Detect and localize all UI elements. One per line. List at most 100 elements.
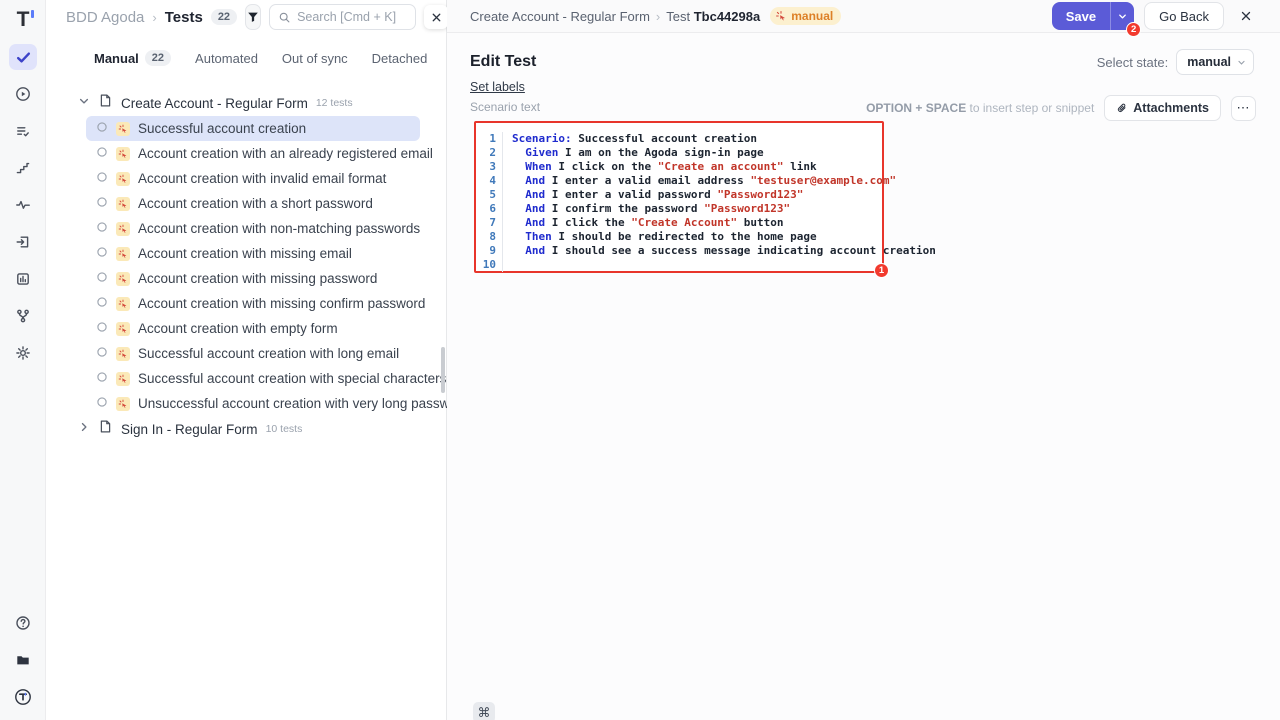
rail-item-import[interactable]: [9, 229, 37, 255]
editor-line[interactable]: 5 And I enter a valid password "Password…: [476, 188, 882, 202]
settings-icon: [15, 345, 31, 361]
test-status-circle-icon[interactable]: [96, 345, 108, 363]
editor-line[interactable]: 1Scenario: Successful account creation: [476, 132, 882, 146]
suite-row[interactable]: Create Account - Regular Form12 tests: [46, 90, 446, 116]
manual-test-icon: [116, 172, 130, 186]
test-row[interactable]: Successful account creation with special…: [86, 366, 420, 391]
app-logo[interactable]: T: [0, 4, 46, 34]
tab-out-of-sync[interactable]: Out of sync: [282, 51, 348, 66]
close-panel-button[interactable]: [424, 5, 448, 29]
test-status-circle-icon[interactable]: [96, 295, 108, 313]
help-icon: [15, 615, 31, 631]
go-back-button[interactable]: Go Back: [1144, 2, 1224, 30]
editor-line[interactable]: 10: [476, 258, 882, 272]
state-dropdown[interactable]: manual: [1176, 49, 1254, 75]
test-row[interactable]: Account creation with invalid email form…: [86, 166, 420, 191]
test-row[interactable]: Successful account creation with long em…: [86, 341, 420, 366]
rail-item-plans[interactable]: [9, 118, 37, 144]
test-row[interactable]: Account creation with missing confirm pa…: [86, 291, 420, 316]
close-detail-button[interactable]: [1234, 4, 1258, 28]
line-code: Given I am on the Agoda sign-in page: [503, 146, 764, 160]
rail-item-projects[interactable]: [9, 647, 37, 673]
suite-title: Sign In - Regular Form: [121, 422, 258, 437]
test-status-circle-icon[interactable]: [96, 320, 108, 338]
tab-automated[interactable]: Automated: [195, 51, 258, 66]
set-labels-link[interactable]: Set labels: [470, 80, 525, 94]
tab-count-badge: 22: [145, 50, 171, 66]
editor-line[interactable]: 8 Then I should be redirected to the hom…: [476, 230, 882, 244]
rail-item-branches[interactable]: [9, 303, 37, 329]
editor-line[interactable]: 2 Given I am on the Agoda sign-in page: [476, 146, 882, 160]
manual-test-icon: [116, 197, 130, 211]
manual-test-icon: [116, 247, 130, 261]
scenario-text-label: Scenario text: [470, 100, 540, 114]
editor-line[interactable]: 9 And I should see a success message ind…: [476, 244, 882, 258]
test-row[interactable]: Account creation with an already registe…: [86, 141, 420, 166]
breadcrumb-project[interactable]: BDD Agoda: [66, 9, 144, 26]
test-label: Account creation with empty form: [138, 321, 338, 336]
line-code: And I confirm the password "Password123": [503, 202, 790, 216]
tab-label: Detached: [372, 51, 428, 66]
test-status-circle-icon[interactable]: [96, 145, 108, 163]
test-detail-panel: Create Account - Regular Form › Test Tbc…: [447, 0, 1280, 720]
test-status-circle-icon[interactable]: [96, 220, 108, 238]
line-number: 5: [476, 188, 503, 202]
test-status-circle-icon[interactable]: [96, 395, 108, 413]
line-number: 8: [476, 230, 503, 244]
rail-item-steps[interactable]: [9, 155, 37, 181]
test-status-circle-icon[interactable]: [96, 170, 108, 188]
test-row[interactable]: Successful account creation: [86, 116, 420, 141]
test-status-circle-icon[interactable]: [96, 245, 108, 263]
attachments-button[interactable]: Attachments: [1104, 95, 1221, 121]
test-status-circle-icon[interactable]: [96, 270, 108, 288]
rail-item-help[interactable]: [9, 610, 37, 636]
test-status-circle-icon[interactable]: [96, 370, 108, 388]
rail-item-about[interactable]: [9, 684, 37, 710]
chevron-down-icon: [1117, 11, 1128, 22]
editor-line[interactable]: 6 And I confirm the password "Password12…: [476, 202, 882, 216]
detail-breadcrumb-separator: ›: [656, 9, 660, 24]
shortcut-hint: OPTION + SPACE to insert step or snippet: [866, 101, 1094, 115]
tab-detached[interactable]: Detached: [372, 51, 428, 66]
suite-row[interactable]: Sign In - Regular Form10 tests: [46, 416, 446, 442]
scrollbar-thumb[interactable]: [441, 347, 445, 393]
tab-manual[interactable]: Manual22: [94, 50, 171, 66]
line-number: 10: [476, 258, 503, 272]
save-button[interactable]: Save: [1052, 2, 1110, 30]
filter-button[interactable]: [245, 4, 261, 30]
runs-icon: [15, 86, 31, 102]
search-input[interactable]: [297, 10, 407, 24]
test-row[interactable]: Account creation with missing password: [86, 266, 420, 291]
rail-item-settings[interactable]: [9, 340, 37, 366]
chevron-right-icon[interactable]: [78, 420, 90, 438]
editor-line[interactable]: 7 And I click the "Create Account" butto…: [476, 216, 882, 230]
test-row[interactable]: Account creation with a short password: [86, 191, 420, 216]
test-row[interactable]: Unsuccessful account creation with very …: [86, 391, 420, 416]
detail-breadcrumb-suite[interactable]: Create Account - Regular Form: [470, 9, 650, 24]
activity-icon: [15, 197, 31, 213]
suite-file-icon: [98, 93, 113, 113]
chevron-down-icon[interactable]: [78, 94, 90, 112]
scenario-editor[interactable]: 1Scenario: Successful account creation2 …: [474, 121, 884, 273]
rail-item-activity[interactable]: [9, 192, 37, 218]
line-number: 4: [476, 174, 503, 188]
test-row[interactable]: Account creation with empty form: [86, 316, 420, 341]
state-selector: Select state: manual: [1097, 49, 1254, 75]
editor-line[interactable]: 3 When I click on the "Create an account…: [476, 160, 882, 174]
icon-rail: T ⌘: [0, 0, 46, 720]
test-label: Account creation with invalid email form…: [138, 171, 386, 186]
test-row[interactable]: Account creation with missing email: [86, 241, 420, 266]
editor-line[interactable]: 4 And I enter a valid email address "tes…: [476, 174, 882, 188]
suite-title: Create Account - Regular Form: [121, 96, 308, 111]
rail-item-tests[interactable]: [9, 44, 37, 70]
test-label: Successful account creation with long em…: [138, 346, 399, 361]
test-label: Account creation with missing email: [138, 246, 352, 261]
search-icon: [278, 11, 291, 24]
search-box[interactable]: [269, 4, 416, 30]
rail-item-analytics[interactable]: [9, 266, 37, 292]
test-row[interactable]: Account creation with non-matching passw…: [86, 216, 420, 241]
test-status-circle-icon[interactable]: [96, 120, 108, 138]
test-status-circle-icon[interactable]: [96, 195, 108, 213]
more-options-button[interactable]: ⋯: [1231, 96, 1256, 121]
rail-item-runs[interactable]: [9, 81, 37, 107]
